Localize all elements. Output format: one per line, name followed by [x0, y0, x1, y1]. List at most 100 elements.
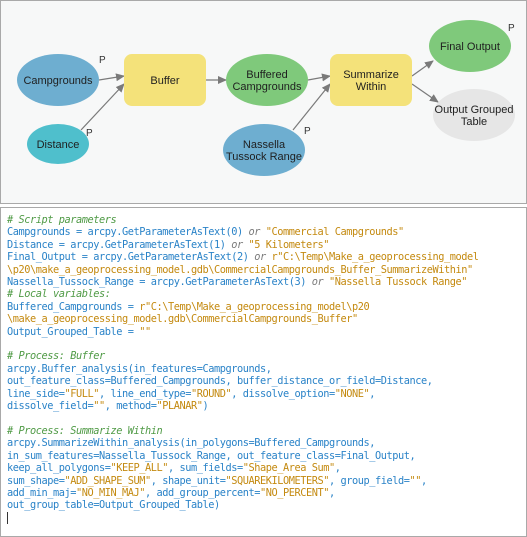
code-token-id: Output_Grouped_Table = — [7, 325, 140, 338]
node-label: Nassella — [243, 139, 286, 151]
node-label: Buffered — [246, 69, 287, 81]
code-token-id: add_min_maj= — [7, 486, 76, 499]
code-token-comment: # Process: Buffer — [7, 350, 105, 363]
code-token-kw: or — [254, 251, 266, 264]
code-line: line_side="FULL", line_end_type="ROUND",… — [7, 388, 478, 400]
code-token-id: Campgrounds = arcpy.GetParameterAsText(0… — [7, 226, 249, 239]
code-token-id: , — [334, 462, 341, 475]
code-line — [7, 511, 478, 524]
code-line: \make_a_geoprocessing_model.gdb\Commerci… — [7, 313, 478, 325]
code-token-id: arcpy.Buffer_analysis(in_features=Campgr… — [7, 362, 272, 375]
parameter-marker: P — [508, 23, 515, 34]
code-token-id: , method= — [104, 400, 157, 413]
code-line: Final_Output = arcpy.GetParameterAsText(… — [7, 251, 479, 264]
node-buffer[interactable]: Buffer — [124, 54, 206, 106]
code-token-id: , — [369, 387, 375, 400]
code-line: arcpy.Buffer_analysis(in_features=Campgr… — [7, 363, 478, 375]
code-token-str: "SQUAREKILOMETERS" — [225, 474, 330, 487]
parameter-marker: P — [86, 128, 93, 139]
code-token-id: , add_group_percent= — [145, 486, 260, 499]
code-line: # Script parameters — [7, 214, 478, 226]
code-line: add_min_maj="NO_MIN_MAJ", add_group_perc… — [7, 487, 478, 499]
code-token-str: \make_a_geoprocessing_model.gdb\Commerci… — [7, 313, 358, 326]
code-line: Campgrounds = arcpy.GetParameterAsText(0… — [7, 226, 478, 238]
model-diagram: CampgroundsPDistancePBuffer BufferedCampg… — [17, 20, 515, 176]
code-token-str: "Shape_Area Sum" — [242, 462, 335, 475]
code-token-str: "ROUND" — [191, 387, 232, 400]
code-token-str: "PLANAR" — [156, 400, 203, 413]
code-token-comment: # Script parameters — [7, 214, 117, 226]
code-token-id: out_feature_class=Buffered_Campgrounds, … — [7, 375, 433, 388]
node-distance[interactable]: Distance P — [27, 124, 93, 164]
node-label: Campgrounds — [232, 81, 302, 93]
code-token-id: dissolve_field= — [7, 400, 94, 413]
code-token-str: "Commercial Campgrounds" — [259, 226, 404, 239]
code-token-str: r"C:\Temp\Make_a_geoprocessing_model\p20 — [139, 300, 370, 313]
code-token-id: sum_shape= — [7, 474, 65, 487]
node-label: Within — [356, 81, 387, 93]
code-token-id: line_side= — [7, 387, 65, 400]
connector-campgrounds-to-buffer[interactable] — [98, 73, 125, 82]
code-line: # Process: Buffer — [7, 350, 478, 362]
code-token-id: Nassella_Tussock_Range = arcpy.GetParame… — [7, 276, 312, 289]
code-token-str: "NO_MIN_MAJ" — [76, 486, 145, 499]
node-label: Buffer — [150, 75, 179, 87]
parameter-marker: P — [99, 55, 106, 66]
code-token-id: , group_field= — [329, 474, 410, 487]
code-token-id: arcpy.SummarizeWithin_analysis(in_polygo… — [7, 437, 375, 450]
code-token-str: r"C:\Temp\Make_a_geoprocessing_model — [265, 251, 479, 264]
code-token-str: "Nassella Tussock Range" — [323, 276, 467, 289]
code-token-kw: or — [248, 226, 260, 239]
node-campgrounds[interactable]: Campgrounds P — [17, 54, 106, 106]
code-line: sum_shape="ADD_SHAPE_SUM", shape_unit="S… — [7, 475, 478, 487]
code-token-id: out_group_table=Output_Grouped_Table) — [7, 499, 220, 512]
model-diagram-canvas[interactable]: Campgrounds P Distance P Buffer Buffered Campg… — [0, 0, 527, 204]
code-token-comment: # Local variables: — [7, 288, 111, 301]
node-final-output[interactable]: Final Output P — [429, 20, 515, 72]
node-buffered-campgrounds[interactable]: BufferedCampgrounds — [226, 54, 308, 106]
code-line: \p20\make_a_geoprocessing_model.gdb\Comm… — [7, 264, 478, 276]
code-line: Distance = arcpy.GetParameterAsText(1) o… — [7, 239, 478, 251]
code-line: keep_all_polygons="KEEP_ALL", sum_fields… — [7, 462, 478, 474]
node-nassella[interactable]: NassellaTussock Range P — [223, 124, 311, 176]
code-token-str: \p20\make_a_geoprocessing_model.gdb\Comm… — [7, 263, 473, 276]
code-token-id: , sum_fields= — [168, 462, 243, 475]
code-token-id: Buffered_Campgrounds = — [7, 300, 140, 313]
node-label: Distance — [37, 139, 80, 151]
node-summarize-within[interactable]: SummarizeWithin — [330, 54, 412, 106]
node-output-grouped-table[interactable]: Output GroupedTable — [433, 89, 515, 141]
code-line: # Local variables: — [7, 288, 478, 300]
code-token-id: in_sum_features=Nassella_Tussock_Range, … — [7, 449, 416, 462]
code-token-id: , line_end_type= — [99, 387, 191, 400]
code-token-kw: or — [231, 238, 243, 251]
connector-buffered-campgrounds-to-summarize-within[interactable] — [307, 73, 331, 82]
code-token-str: "KEEP_ALL" — [110, 462, 169, 475]
node-label: Campgrounds — [23, 75, 93, 87]
connector-summarize-within-to-final-output[interactable] — [411, 60, 434, 77]
code-token-id: keep_all_polygons= — [7, 462, 111, 475]
connector-summarize-within-to-output-grouped-table[interactable] — [411, 83, 439, 103]
node-label: Output Grouped — [435, 104, 514, 116]
code-token-str: "ADD_SHAPE_SUM" — [64, 474, 152, 487]
code-token-comment: # Process: Summarize Within — [7, 424, 163, 437]
node-label: Table — [461, 116, 487, 128]
code-line: Nassella_Tussock_Range = arcpy.GetParame… — [7, 276, 478, 288]
script-code[interactable]: # Script parameters Campgrounds = arcpy.G… — [7, 214, 479, 524]
code-token-id: ) — [202, 400, 209, 413]
node-label: Final Output — [440, 41, 500, 53]
node-label: Summarize — [343, 69, 399, 81]
code-line: Output_Grouped_Table = "" — [7, 326, 478, 338]
code-line: arcpy.SummarizeWithin_analysis(in_polygo… — [7, 437, 478, 449]
code-token-str: "" — [139, 325, 151, 338]
code-line: # Process: Summarize Within — [7, 425, 478, 437]
code-token-id: , — [421, 474, 427, 487]
code-token-id: , dissolve_option= — [231, 387, 335, 400]
code-token-id: , — [329, 486, 335, 499]
code-line: out_feature_class=Buffered_Campgrounds, … — [7, 375, 478, 387]
code-line: in_sum_features=Nassella_Tussock_Range, … — [7, 450, 478, 462]
code-line: dissolve_field="", method="PLANAR") — [7, 400, 478, 412]
parameter-marker: P — [304, 126, 311, 137]
text-cursor — [7, 511, 8, 524]
python-script-editor[interactable]: # Script parameters Campgrounds = arcpy.G… — [0, 207, 527, 537]
code-token-kw: or — [311, 276, 324, 289]
